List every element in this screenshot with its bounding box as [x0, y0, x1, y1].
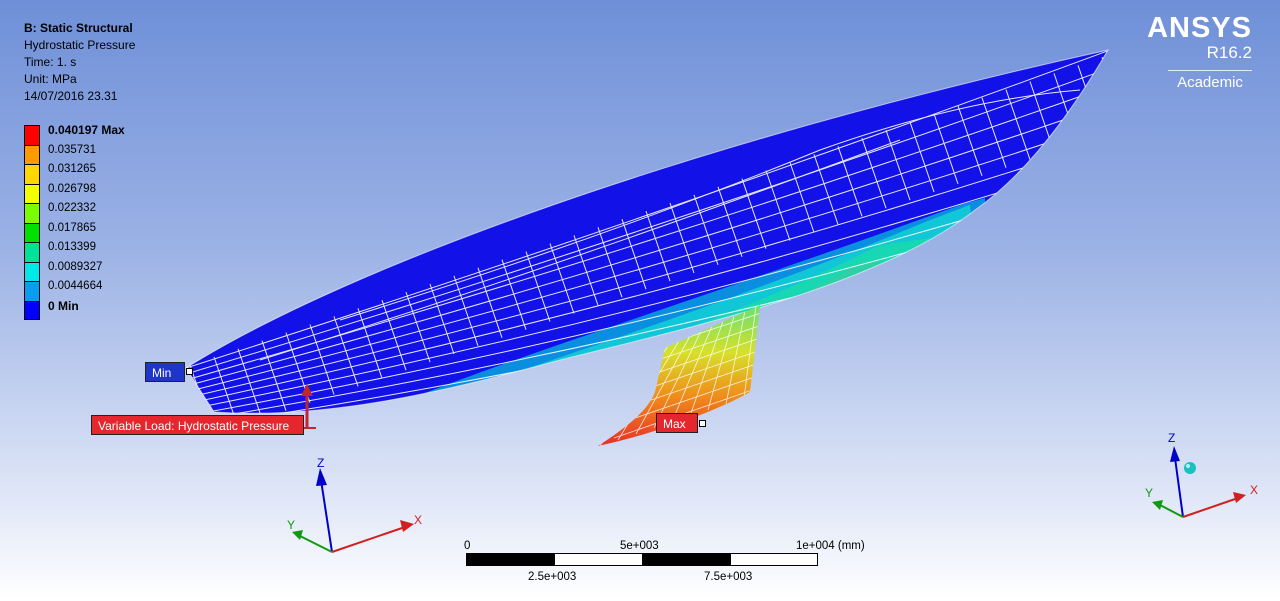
orientation-x-label: X	[1250, 483, 1258, 497]
scale-label-5e3: 5e+003	[620, 540, 659, 552]
scale-label-0: 0	[464, 540, 471, 552]
triad-x-label: X	[414, 513, 422, 527]
scale-label-1e4: 1e+004 (mm)	[796, 540, 865, 552]
max-probe-marker	[699, 420, 706, 427]
graphics-viewport[interactable]: B: Static Structural Hydrostatic Pressur…	[0, 0, 1280, 601]
triad-z-label: Z	[317, 456, 324, 470]
scale-bar: 0 5e+003 1e+004 (mm) 2.5e+003 7.5e+003	[464, 540, 886, 590]
orientation-triad[interactable]: Z X Y	[1145, 431, 1258, 518]
hull-surface	[186, 50, 1108, 414]
min-probe-label[interactable]: Min	[145, 362, 185, 382]
hull-model[interactable]: Z X Y Z X Y	[0, 0, 1280, 601]
orientation-z-label: Z	[1168, 431, 1175, 445]
max-probe-label[interactable]: Max	[656, 413, 698, 433]
scale-label-2-5e3: 2.5e+003	[528, 571, 577, 583]
min-probe-marker	[186, 368, 193, 375]
scale-label-7-5e3: 7.5e+003	[704, 571, 753, 583]
orientation-y-label: Y	[1145, 486, 1153, 500]
triad-y-label: Y	[287, 518, 295, 532]
coordinate-triad-main[interactable]: Z X Y	[287, 456, 422, 553]
variable-load-label[interactable]: Variable Load: Hydrostatic Pressure	[91, 415, 304, 435]
